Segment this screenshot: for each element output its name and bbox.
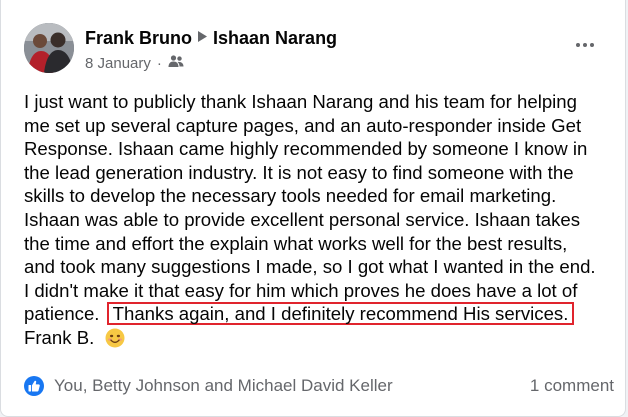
author-avatar[interactable] <box>24 23 74 73</box>
recipient-name[interactable]: Ishaan Narang <box>213 28 337 49</box>
reactions-names[interactable]: You, Betty Johnson and Michael David Kel… <box>54 376 393 396</box>
more-options-icon[interactable] <box>571 35 599 55</box>
post-footer: You, Betty Johnson and Michael David Kel… <box>24 372 614 400</box>
post-line: Response. Ishaan came highly recommended… <box>24 138 588 160</box>
post-date[interactable]: 8 January <box>85 55 151 72</box>
highlighted-text: Thanks again, and I definitely recommend… <box>106 302 575 326</box>
post-line: the time and effort the explain what wor… <box>24 232 568 254</box>
smiling-face-emoji <box>105 328 125 348</box>
post-line: the lead generation industry. It is not … <box>24 161 574 183</box>
post-line: I just want to publicly thank Ishaan Nar… <box>24 91 577 112</box>
post-header: Frank Bruno Ishaan Narang <box>85 26 337 50</box>
arrow-right-icon <box>198 31 208 45</box>
post-line: Ishaan was able to provide excellent per… <box>24 208 581 230</box>
post-line: skills to develop the necessary tools ne… <box>24 185 557 207</box>
post-meta: 8 January · <box>85 54 184 72</box>
reactions-summary[interactable]: You, Betty Johnson and Michael David Kel… <box>24 376 393 396</box>
like-icon <box>24 376 44 396</box>
post-line-highlight: patience. Thanks again, and I definitely… <box>24 302 614 326</box>
meta-separator: · <box>156 54 162 72</box>
friends-icon[interactable] <box>168 54 184 72</box>
author-name[interactable]: Frank Bruno <box>85 28 192 49</box>
signature: Frank B. <box>24 326 95 348</box>
post-line: I didn't make it that easy for him which… <box>24 279 578 301</box>
post-card: Frank Bruno Ishaan Narang 8 January · I … <box>0 0 626 417</box>
line-prefix: patience. <box>24 303 100 325</box>
comments-count-link[interactable]: 1 comment <box>530 376 614 396</box>
post-signature-line: Frank B. <box>24 326 614 350</box>
post-line: and took many suggestions I made, so I g… <box>24 256 596 278</box>
post-line: me set up several capture pages, and an … <box>24 114 582 136</box>
post-body: I just want to publicly thank Ishaan Nar… <box>24 90 614 350</box>
